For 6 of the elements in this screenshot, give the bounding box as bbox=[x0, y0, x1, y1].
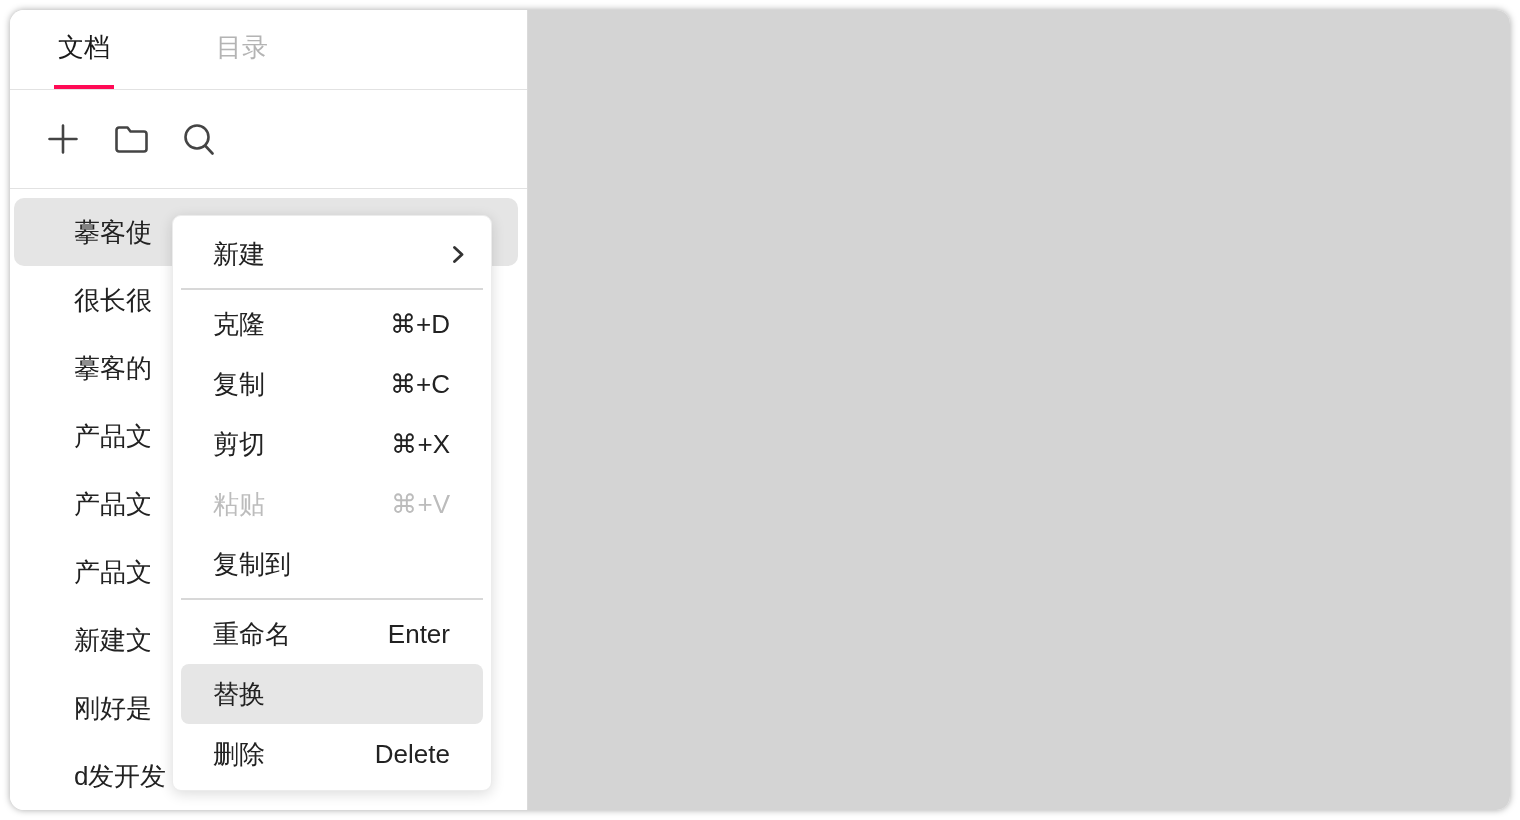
shortcut-text: Delete bbox=[374, 737, 450, 771]
shortcut-text: ⌘+C bbox=[390, 367, 450, 401]
shortcut-text: Enter bbox=[387, 617, 450, 651]
shortcut-text: ⌘+X bbox=[391, 427, 450, 461]
shortcut-text: ⌘+V bbox=[391, 487, 450, 521]
shortcut-text: ⌘+D bbox=[390, 307, 450, 341]
